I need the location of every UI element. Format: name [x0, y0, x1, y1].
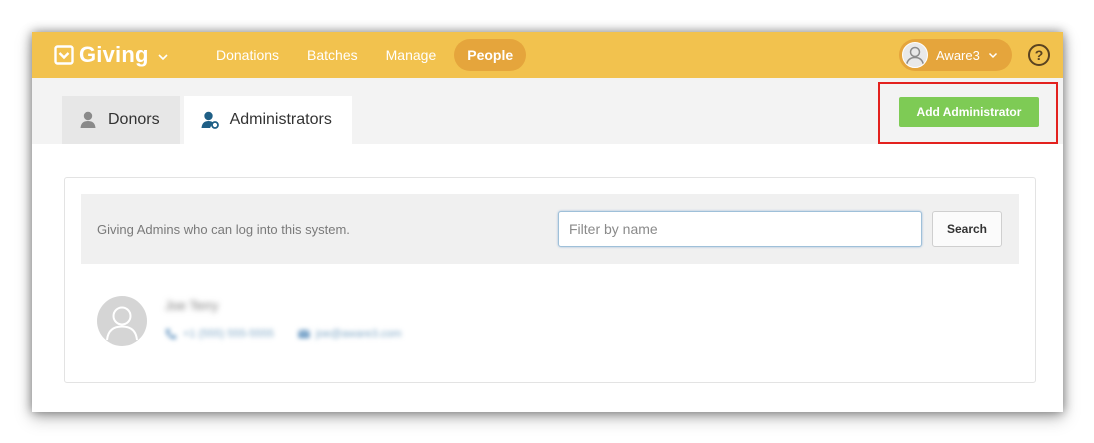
list-item[interactable]: Joe Terry +1 (555) 555-5555 joe@aware3.c… — [97, 294, 597, 350]
tab-donors[interactable]: Donors — [62, 96, 180, 144]
admin-contact: +1 (555) 555-5555 joe@aware3.com — [165, 328, 402, 340]
app-brand-menu[interactable]: Giving — [54, 42, 169, 68]
user-menu[interactable]: Aware3 — [899, 39, 1012, 71]
app-name: Giving — [79, 42, 149, 67]
avatar-placeholder-icon — [106, 306, 138, 341]
tab-label: Donors — [108, 111, 160, 128]
user-avatar — [902, 42, 928, 68]
people-tabs: Donors Administrators — [62, 96, 352, 144]
person-icon — [80, 111, 96, 128]
add-administrator-button[interactable]: Add Administrator — [899, 97, 1039, 127]
user-name: Aware3 — [936, 47, 980, 63]
search-button[interactable]: Search — [932, 211, 1002, 247]
administrators-card: Giving Admins who can log into this syst… — [64, 177, 1036, 383]
nav-manage[interactable]: Manage — [376, 39, 447, 71]
top-navigation-bar: Giving Donations Batches Manage People A… — [32, 32, 1063, 78]
filter-description: Giving Admins who can log into this syst… — [97, 222, 350, 237]
help-icon[interactable]: ? — [1028, 44, 1050, 66]
nav-donations[interactable]: Donations — [206, 39, 289, 71]
highlight-box: Add Administrator — [878, 82, 1058, 144]
chevron-down-icon — [988, 52, 997, 59]
email-icon — [298, 330, 310, 338]
filter-bar: Giving Admins who can log into this syst… — [81, 194, 1019, 264]
tab-label: Administrators — [229, 111, 332, 128]
chevron-down-icon — [158, 53, 168, 60]
admin-name: Joe Terry — [165, 298, 219, 313]
app-window: Giving Donations Batches Manage People A… — [32, 32, 1063, 412]
giving-logo-icon — [54, 45, 74, 65]
filter-by-name-input[interactable] — [558, 211, 922, 247]
admin-phone: +1 (555) 555-5555 — [183, 328, 274, 340]
main-nav: Donations Batches Manage People — [206, 39, 527, 71]
tab-administrators[interactable]: Administrators — [183, 96, 352, 144]
avatar — [97, 296, 147, 346]
avatar-placeholder-icon — [905, 46, 925, 66]
phone-icon — [166, 329, 176, 339]
nav-batches[interactable]: Batches — [297, 39, 368, 71]
admin-email: joe@aware3.com — [315, 328, 402, 340]
admin-person-icon — [201, 111, 219, 129]
nav-people[interactable]: People — [454, 39, 527, 71]
